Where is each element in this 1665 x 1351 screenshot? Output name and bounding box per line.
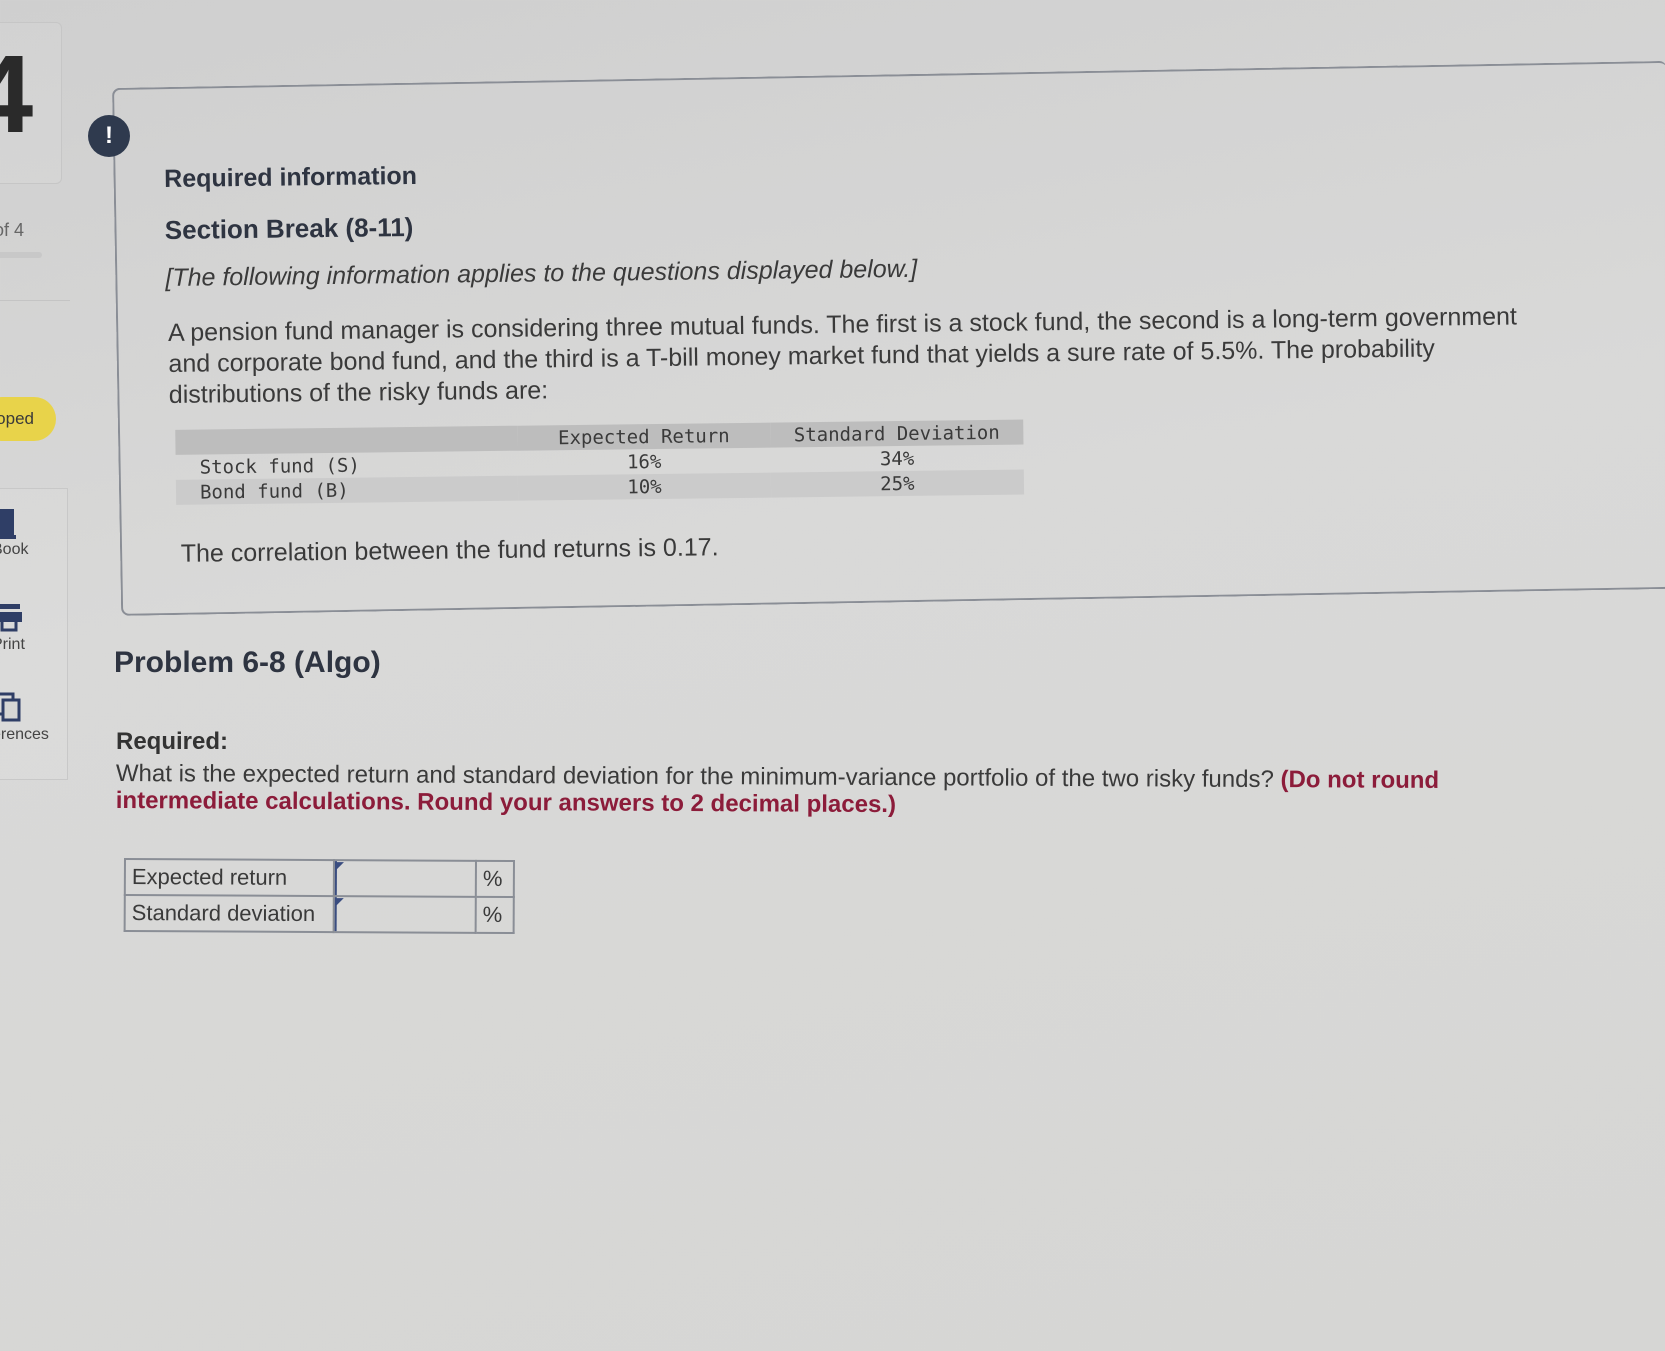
standard-deviation-cell	[333, 896, 476, 933]
input-marker-icon	[335, 898, 344, 907]
table-cell: 34%	[879, 447, 915, 470]
table-header: Standard Deviation	[793, 421, 1000, 446]
answer-row: Expected return %	[124, 859, 514, 898]
progress-bar	[0, 252, 42, 258]
answer-label: Expected return	[124, 859, 334, 897]
standard-deviation-input[interactable]	[334, 897, 475, 932]
unit-label: %	[475, 860, 514, 898]
required-info-heading: Required information	[164, 161, 418, 193]
table-cell: 10%	[627, 475, 662, 498]
fund-distribution-table: Expected Return Standard Deviation Stock…	[175, 419, 1025, 505]
required-label: Required:	[116, 728, 229, 755]
status-pill[interactable]: oped	[0, 397, 56, 441]
answer-table: Expected return % Standard deviation %	[124, 858, 515, 934]
book-icon	[0, 505, 62, 541]
problem-title: Problem 6-8 (Algo)	[114, 646, 381, 679]
question-text: What is the expected return and standard…	[116, 760, 1546, 821]
print-button[interactable]: Print	[0, 600, 62, 654]
expected-return-cell	[333, 860, 476, 897]
table-header: Expected Return	[557, 424, 730, 449]
alert-icon: !	[88, 115, 130, 157]
table-cell: 25%	[880, 472, 915, 495]
expected-return-input[interactable]	[334, 861, 475, 896]
unit-label: %	[475, 896, 514, 934]
references-button[interactable]: erences	[0, 690, 62, 744]
question-number-fragment: 4	[0, 33, 34, 156]
answer-row: Standard deviation %	[124, 895, 514, 934]
input-marker-icon	[335, 862, 344, 871]
print-icon	[0, 600, 62, 636]
ebook-label: Book	[0, 541, 29, 558]
answer-label: Standard deviation	[124, 895, 334, 933]
print-label: Print	[0, 636, 25, 653]
ebook-button[interactable]: Book	[0, 505, 62, 559]
page-indicator: of 4	[0, 220, 25, 240]
problem-paragraph: A pension fund manager is considering th…	[168, 301, 1569, 411]
divider	[0, 300, 70, 301]
section-break-heading: Section Break (8-11)	[164, 211, 414, 245]
sidebar: 4 of 4 oped Book Print	[0, 0, 72, 800]
table-cell: 16%	[626, 450, 662, 473]
references-icon	[0, 690, 62, 726]
table-cell: Bond fund (B)	[199, 479, 349, 504]
references-label: erences	[0, 726, 49, 743]
